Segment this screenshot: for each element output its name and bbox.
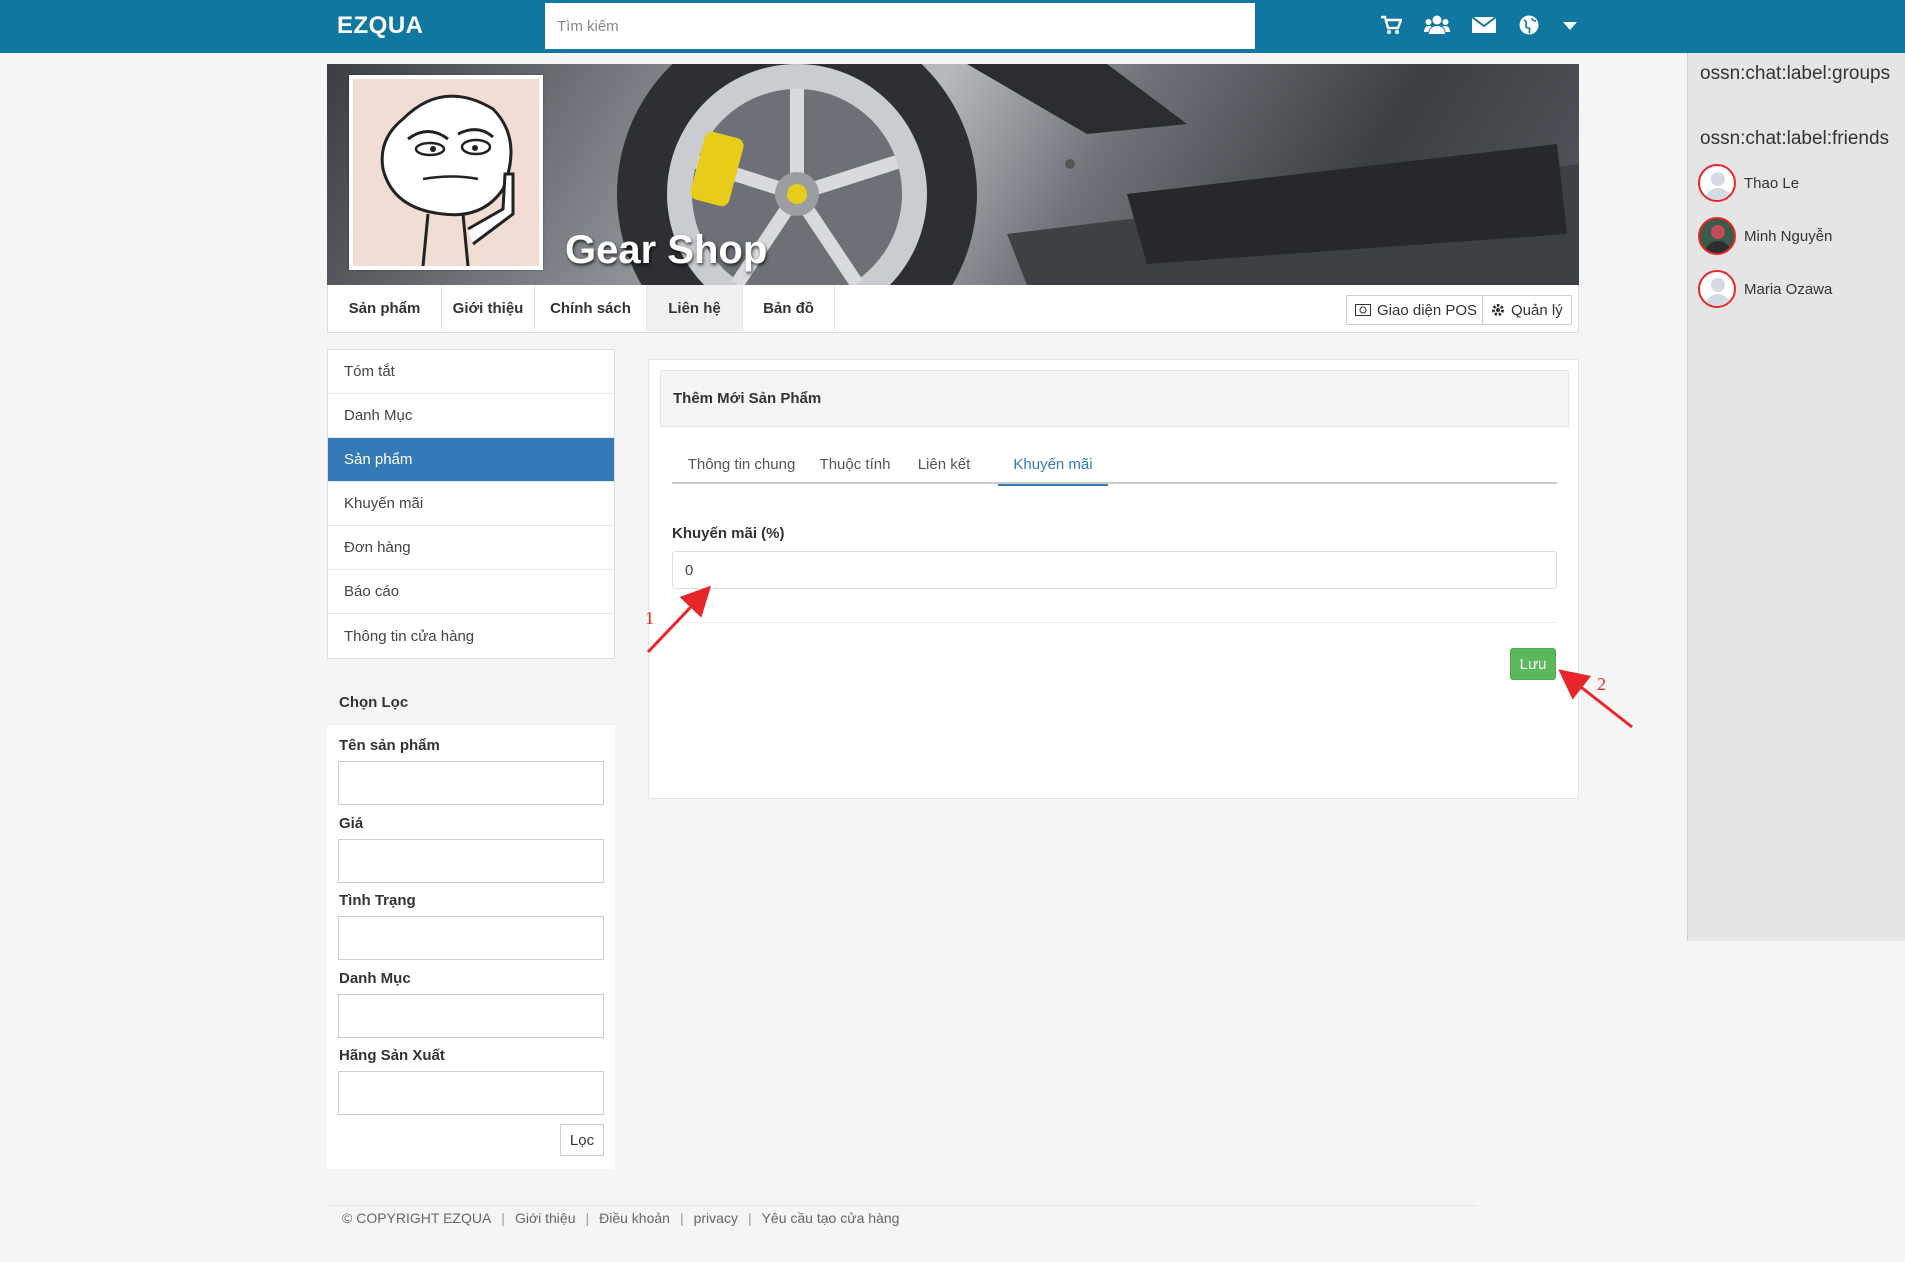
users-icon[interactable] [1424,14,1450,36]
tab-general-info[interactable]: Thông tin chung [672,444,811,484]
filter-category-input[interactable] [338,994,604,1038]
menu-item-store-info[interactable]: Thông tin cửa hàng [328,614,614,658]
chat-groups-heading: ossn:chat:label:groups [1700,63,1891,84]
chat-sidebar: ossn:chat:label:groups ossn:chat:label:f… [1687,53,1905,941]
money-icon [1355,304,1371,316]
search-input[interactable] [545,3,1255,49]
divider [672,622,1557,623]
footer-divider [327,1205,1477,1206]
add-product-panel: Thêm Mới Sản Phẩm Thông tin chung Thuộc … [648,359,1579,799]
tab-contact[interactable]: Liên hệ [647,285,743,331]
menu-item-summary[interactable]: Tóm tắt [328,350,614,394]
annotation-label-2: 2 [1597,674,1606,694]
tab-policy[interactable]: Chính sách [535,285,647,331]
tab-map[interactable]: Bản đồ [743,285,835,331]
site-logo[interactable]: EZQUA [337,12,424,40]
filter-label-category: Danh Mục [339,970,411,987]
top-icons [1380,14,1578,36]
envelope-icon[interactable] [1472,15,1496,35]
avatar [1698,164,1736,202]
menu-item-promotions[interactable]: Khuyến mãi [328,482,614,526]
filter-title: Chọn Lọc [327,681,615,725]
filter-label-status: Tình Trạng [339,892,416,909]
chat-friend-item[interactable]: Maria Ozawa [1698,270,1832,308]
panel-title: Thêm Mới Sản Phẩm [660,370,1569,427]
discount-input[interactable] [672,551,1557,589]
filter-name-input[interactable] [338,761,604,805]
profile-picture[interactable] [349,75,543,270]
shop-menu: Tóm tắt Danh Mục Sản phẩm Khuyến mãi Đơn… [327,349,615,659]
footer-link-terms[interactable]: Điều khoản [599,1210,670,1226]
gear-icon [1492,304,1504,316]
tab-attributes[interactable]: Thuộc tính [811,444,899,484]
footer: © COPYRIGHT EZQUA | Giới thiệu | Điều kh… [342,1210,900,1226]
filter-label-price: Giá [339,815,364,832]
filter-status-input[interactable] [338,916,604,960]
avatar [1698,270,1736,308]
manage-button[interactable]: Quản lý [1482,295,1572,325]
menu-item-categories[interactable]: Danh Mục [328,394,614,438]
filter-manufacturer-input[interactable] [338,1071,604,1115]
pos-button[interactable]: Giao diện POS [1346,295,1487,325]
chat-friends-heading: ossn:chat:label:friends [1700,128,1890,149]
pos-button-label: Giao diện POS [1377,301,1478,319]
discount-label: Khuyến mãi (%) [672,525,785,542]
filter-panel: Chọn Lọc Tên sản phẩm Giá Tình Trạng Dan… [327,681,615,1169]
tab-links[interactable]: Liên kết [899,444,989,484]
footer-link-privacy[interactable]: privacy [694,1210,738,1226]
save-button[interactable]: Lưu [1510,648,1556,680]
top-navbar: EZQUA [0,0,1905,53]
tab-promotion[interactable]: Khuyến mãi [998,444,1108,486]
footer-copyright: © COPYRIGHT EZQUA [342,1210,492,1226]
tab-products[interactable]: Sản phẩm [328,285,442,331]
menu-item-products[interactable]: Sản phẩm [328,438,614,482]
filter-price-input[interactable] [338,839,604,883]
filter-label-manufacturer: Hãng Sản Xuất [339,1047,445,1064]
avatar [1698,217,1736,255]
filter-label-name: Tên sản phẩm [339,737,440,754]
form-tabs: Thông tin chung Thuộc tính Liên kết Khuy… [672,444,1557,486]
chat-friend-item[interactable]: Thao Le [1698,164,1799,202]
annotation-label-1: 1 [645,608,654,628]
footer-link-about[interactable]: Giới thiệu [515,1210,576,1226]
friend-name: Maria Ozawa [1744,280,1833,298]
filter-submit-button[interactable]: Lọc [560,1124,604,1156]
shop-name: Gear Shop [565,228,768,272]
footer-link-create-store[interactable]: Yêu cầu tạo cửa hàng [762,1210,900,1226]
cart-icon[interactable] [1380,14,1402,36]
menu-item-orders[interactable]: Đơn hàng [328,526,614,570]
friend-name: Thao Le [1744,174,1800,192]
chat-friend-item[interactable]: Minh Nguyễn [1698,217,1832,255]
profile-tabbar: Sản phẩm Giới thiệu Chính sách Liên hệ B… [327,285,1579,333]
caret-down-icon[interactable] [1562,19,1578,31]
tab-about[interactable]: Giới thiệu [442,285,535,331]
manage-button-label: Quản lý [1511,301,1563,319]
globe-icon[interactable] [1518,14,1540,36]
menu-item-reports[interactable]: Báo cáo [328,570,614,614]
friend-name: Minh Nguyễn [1744,227,1833,245]
